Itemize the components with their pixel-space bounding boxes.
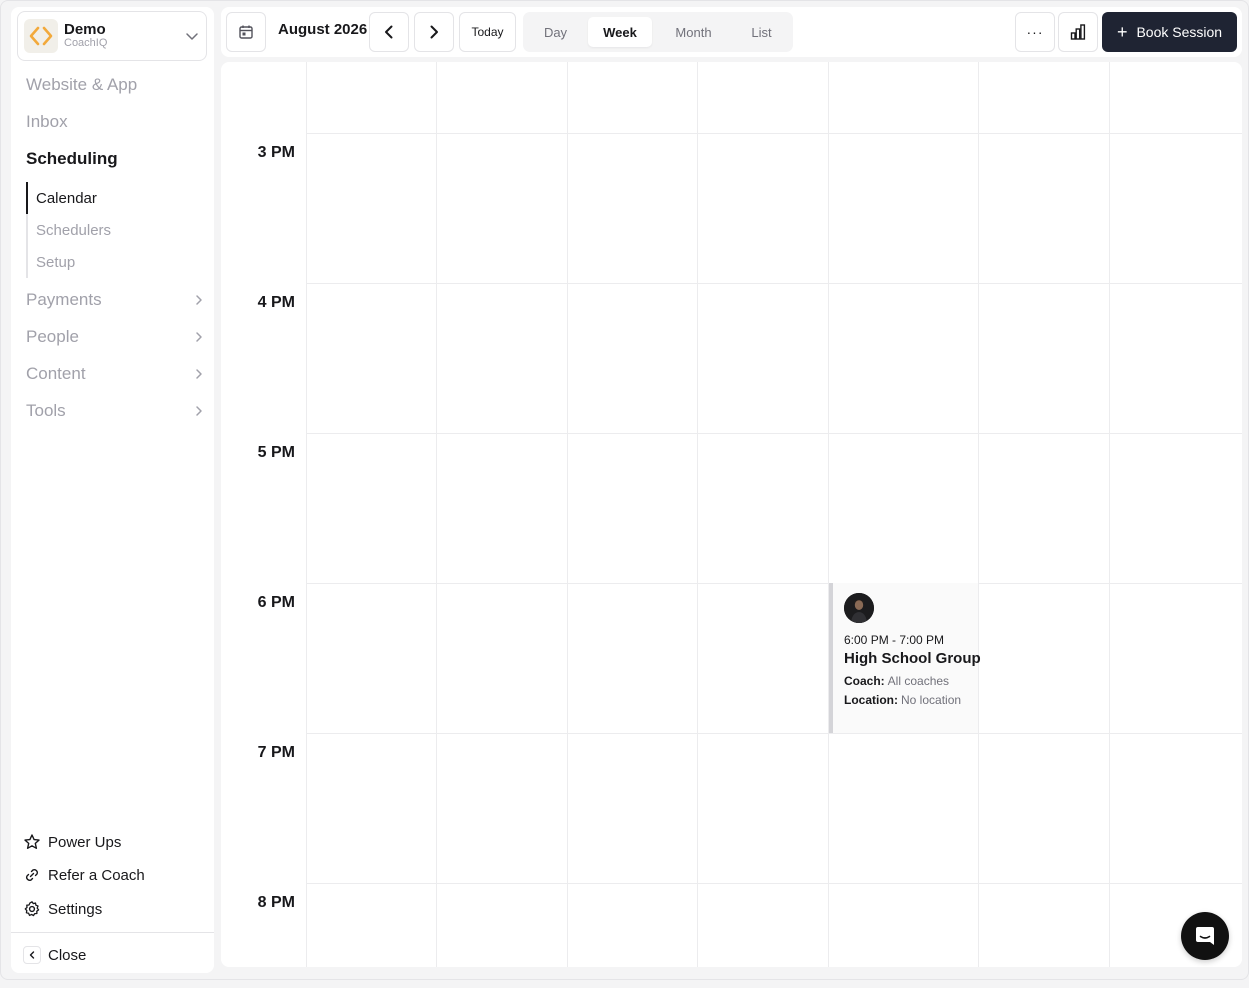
- settings-link[interactable]: Settings: [23, 897, 102, 921]
- day-column-divider: [978, 62, 979, 967]
- subnav-item-schedulers[interactable]: Schedulers: [36, 218, 111, 242]
- event-card[interactable]: 6:00 PM - 7:00 PM High School Group Coac…: [829, 583, 981, 733]
- chevron-left-icon: [385, 25, 393, 39]
- event-time: 6:00 PM - 7:00 PM: [844, 633, 945, 647]
- today-button[interactable]: Today: [459, 12, 516, 52]
- previous-week-button[interactable]: [369, 12, 409, 52]
- plus-icon: +: [1116, 22, 1128, 42]
- sidebar-item-scheduling[interactable]: Scheduling: [26, 146, 206, 172]
- subnav-item-setup[interactable]: Setup: [36, 250, 75, 274]
- chevron-right-icon: [196, 295, 202, 305]
- more-dots-icon: ···: [1026, 24, 1044, 40]
- org-name: Demo: [64, 21, 106, 39]
- view-tab-list[interactable]: List: [735, 17, 788, 47]
- refer-coach-label: Refer a Coach: [48, 866, 145, 884]
- event-coach-value: All coaches: [887, 674, 950, 688]
- chevron-left-icon: [23, 946, 41, 964]
- time-label-3pm: 3 PM: [257, 144, 295, 161]
- analytics-button[interactable]: [1058, 12, 1098, 52]
- calendar-toolbar: August 2026 Today Day Week Month List ··…: [221, 7, 1242, 57]
- day-column-divider: [436, 62, 437, 967]
- day-column-divider: [567, 62, 568, 967]
- calendar-icon: [239, 25, 253, 39]
- settings-label: Settings: [48, 900, 103, 918]
- event-location-value: No location: [901, 693, 962, 707]
- day-column-divider: [697, 62, 698, 967]
- current-month-title: August 2026: [278, 21, 368, 38]
- sidebar-item-tools[interactable]: Tools: [26, 398, 206, 424]
- book-session-label: Book Session: [1136, 24, 1223, 40]
- subnav-item-calendar[interactable]: Calendar: [36, 186, 97, 210]
- hour-divider: [306, 283, 1242, 284]
- book-session-button[interactable]: + Book Session: [1102, 12, 1237, 52]
- app-window: Demo CoachIQ Website & App Inbox Schedul…: [0, 0, 1249, 980]
- star-icon: [24, 834, 40, 850]
- sidebar-item-label: Inbox: [26, 112, 68, 131]
- chevron-right-icon: [430, 25, 438, 39]
- day-column-divider: [1109, 62, 1110, 967]
- chat-support-button[interactable]: [1181, 912, 1229, 960]
- view-tab-day[interactable]: Day: [528, 17, 583, 47]
- sidebar-item-label: Scheduling: [26, 149, 118, 168]
- event-location-label: Location:: [844, 693, 898, 707]
- chevron-right-icon: [196, 332, 202, 342]
- sidebar-item-people[interactable]: People: [26, 324, 206, 350]
- sidebar-divider: [11, 932, 214, 933]
- time-label-7pm: 7 PM: [257, 744, 295, 761]
- sidebar-item-website-app[interactable]: Website & App: [26, 72, 206, 98]
- day-column-divider: [306, 62, 307, 967]
- sidebar-item-content[interactable]: Content: [26, 361, 206, 387]
- view-switcher: Day Week Month List: [523, 12, 793, 52]
- link-icon: [26, 869, 38, 881]
- hour-divider: [306, 433, 1242, 434]
- time-label-6pm: 6 PM: [257, 594, 295, 611]
- refer-coach-link[interactable]: Refer a Coach: [23, 863, 145, 887]
- date-picker-button[interactable]: [226, 12, 266, 52]
- power-ups-label: Power Ups: [48, 833, 122, 851]
- gear-icon: [24, 901, 40, 917]
- view-tab-week[interactable]: Week: [588, 17, 652, 47]
- hour-divider: [306, 583, 1242, 584]
- event-location-row: Location: No location: [844, 693, 961, 707]
- time-label-5pm: 5 PM: [257, 444, 295, 461]
- more-options-button[interactable]: ···: [1015, 12, 1055, 52]
- time-label-4pm: 4 PM: [257, 294, 295, 311]
- coach-avatar: [844, 593, 874, 623]
- time-label-8pm: 8 PM: [257, 894, 295, 911]
- day-column-divider: [828, 62, 829, 967]
- org-subtitle: CoachIQ: [64, 37, 108, 50]
- sidebar-item-label: Tools: [26, 401, 66, 420]
- event-coach-label: Coach:: [844, 674, 885, 688]
- week-calendar-grid[interactable]: 3 PM 4 PM 5 PM 6 PM 7 PM 8 PM 6:00 PM - …: [221, 62, 1242, 967]
- chevron-down-icon: [186, 33, 198, 40]
- sidebar-item-label: Payments: [26, 290, 102, 309]
- sidebar-item-label: Content: [26, 364, 86, 383]
- close-label: Close: [48, 946, 87, 964]
- sidebar-item-inbox[interactable]: Inbox: [26, 109, 206, 135]
- view-tab-month[interactable]: Month: [657, 17, 730, 47]
- chat-icon: [1196, 927, 1214, 945]
- active-indicator: [26, 182, 28, 214]
- org-text: Demo CoachIQ: [64, 22, 184, 49]
- sidebar: Demo CoachIQ Website & App Inbox Schedul…: [11, 7, 214, 973]
- sidebar-item-label: People: [26, 327, 79, 346]
- next-week-button[interactable]: [414, 12, 454, 52]
- close-sidebar-button[interactable]: Close: [23, 944, 86, 966]
- sidebar-item-payments[interactable]: Payments: [26, 287, 206, 313]
- coachiq-logo-icon: [24, 19, 58, 53]
- hour-divider: [306, 133, 1242, 134]
- event-coach-row: Coach: All coaches: [844, 674, 949, 688]
- power-ups-link[interactable]: Power Ups: [23, 830, 121, 854]
- bar-chart-icon: [1070, 24, 1086, 40]
- hour-divider: [306, 733, 1242, 734]
- chevron-right-icon: [196, 369, 202, 379]
- sidebar-item-label: Website & App: [26, 75, 138, 94]
- scheduling-subnav: Calendar Schedulers Setup: [26, 182, 196, 278]
- org-switcher[interactable]: Demo CoachIQ: [17, 11, 207, 61]
- chevron-right-icon: [196, 406, 202, 416]
- event-title: High School Group: [844, 650, 981, 667]
- hour-divider: [306, 883, 1242, 884]
